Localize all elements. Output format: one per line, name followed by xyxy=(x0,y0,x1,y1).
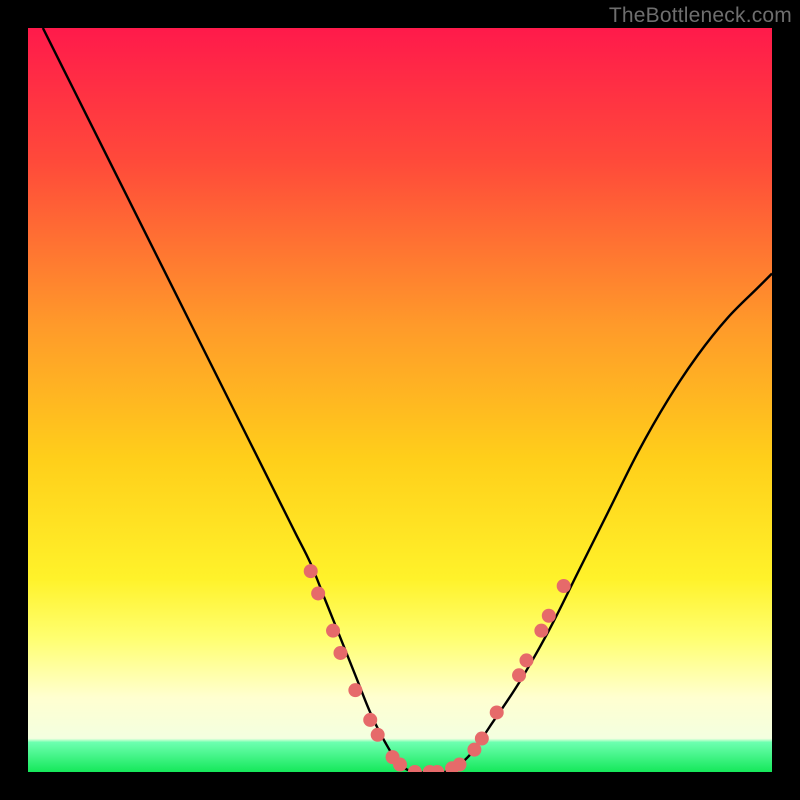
data-marker xyxy=(311,586,325,600)
data-marker xyxy=(393,758,407,772)
data-marker xyxy=(371,728,385,742)
data-marker xyxy=(408,765,422,772)
data-marker xyxy=(326,624,340,638)
data-marker xyxy=(348,683,362,697)
watermark-text: TheBottleneck.com xyxy=(609,4,792,28)
data-marker xyxy=(534,624,548,638)
data-marker xyxy=(363,713,377,727)
data-marker xyxy=(333,646,347,660)
data-marker xyxy=(542,609,556,623)
bottleneck-curve xyxy=(43,28,772,772)
data-marker xyxy=(557,579,571,593)
chart-svg xyxy=(28,28,772,772)
plot-area xyxy=(28,28,772,772)
data-marker xyxy=(453,758,467,772)
data-marker xyxy=(490,705,504,719)
data-marker xyxy=(304,564,318,578)
outer-frame: TheBottleneck.com xyxy=(0,0,800,800)
data-marker xyxy=(519,653,533,667)
data-marker xyxy=(512,668,526,682)
data-marker xyxy=(475,732,489,746)
marker-group xyxy=(304,564,571,772)
